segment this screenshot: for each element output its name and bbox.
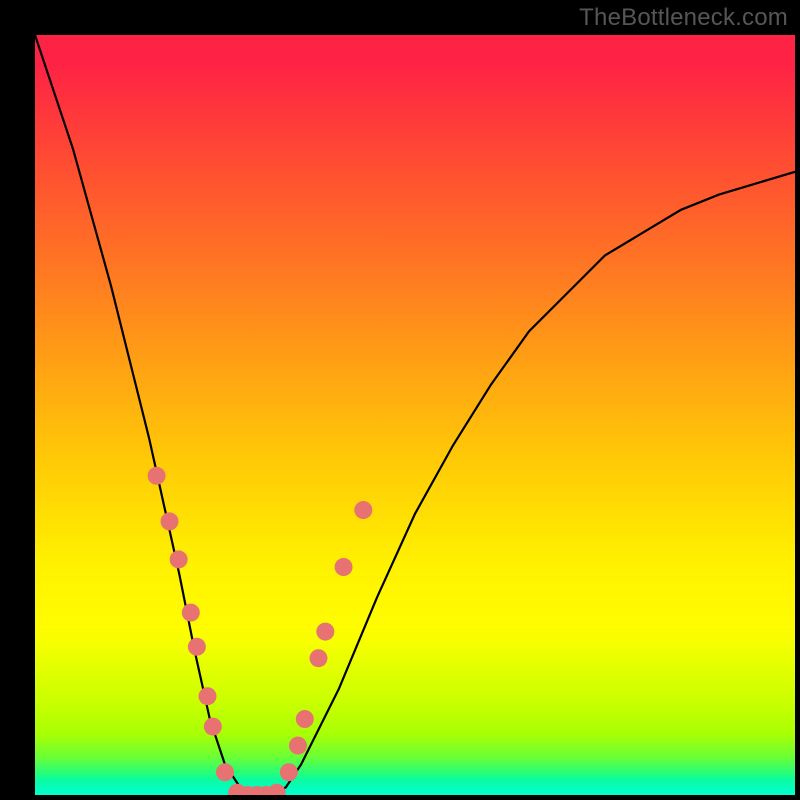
marker-dot bbox=[335, 558, 353, 576]
marker-dot bbox=[161, 512, 179, 530]
marker-dot bbox=[316, 623, 334, 641]
marker-dot bbox=[289, 737, 307, 755]
marker-dot bbox=[354, 501, 372, 519]
marker-dot bbox=[148, 467, 166, 485]
marker-dot bbox=[216, 763, 234, 781]
plot-area bbox=[35, 35, 795, 795]
marker-dot bbox=[296, 710, 314, 728]
chart-frame: TheBottleneck.com bbox=[0, 0, 800, 800]
marker-dot bbox=[309, 649, 327, 667]
marker-dot bbox=[182, 604, 200, 622]
bottleneck-curve bbox=[35, 35, 795, 795]
marker-group bbox=[148, 467, 373, 795]
marker-dot bbox=[170, 550, 188, 568]
marker-dot bbox=[199, 687, 217, 705]
marker-dot bbox=[280, 763, 298, 781]
curve-svg bbox=[35, 35, 795, 795]
watermark-text: TheBottleneck.com bbox=[579, 4, 788, 32]
marker-dot bbox=[204, 718, 222, 736]
marker-dot bbox=[188, 638, 206, 656]
marker-dot bbox=[268, 784, 286, 795]
